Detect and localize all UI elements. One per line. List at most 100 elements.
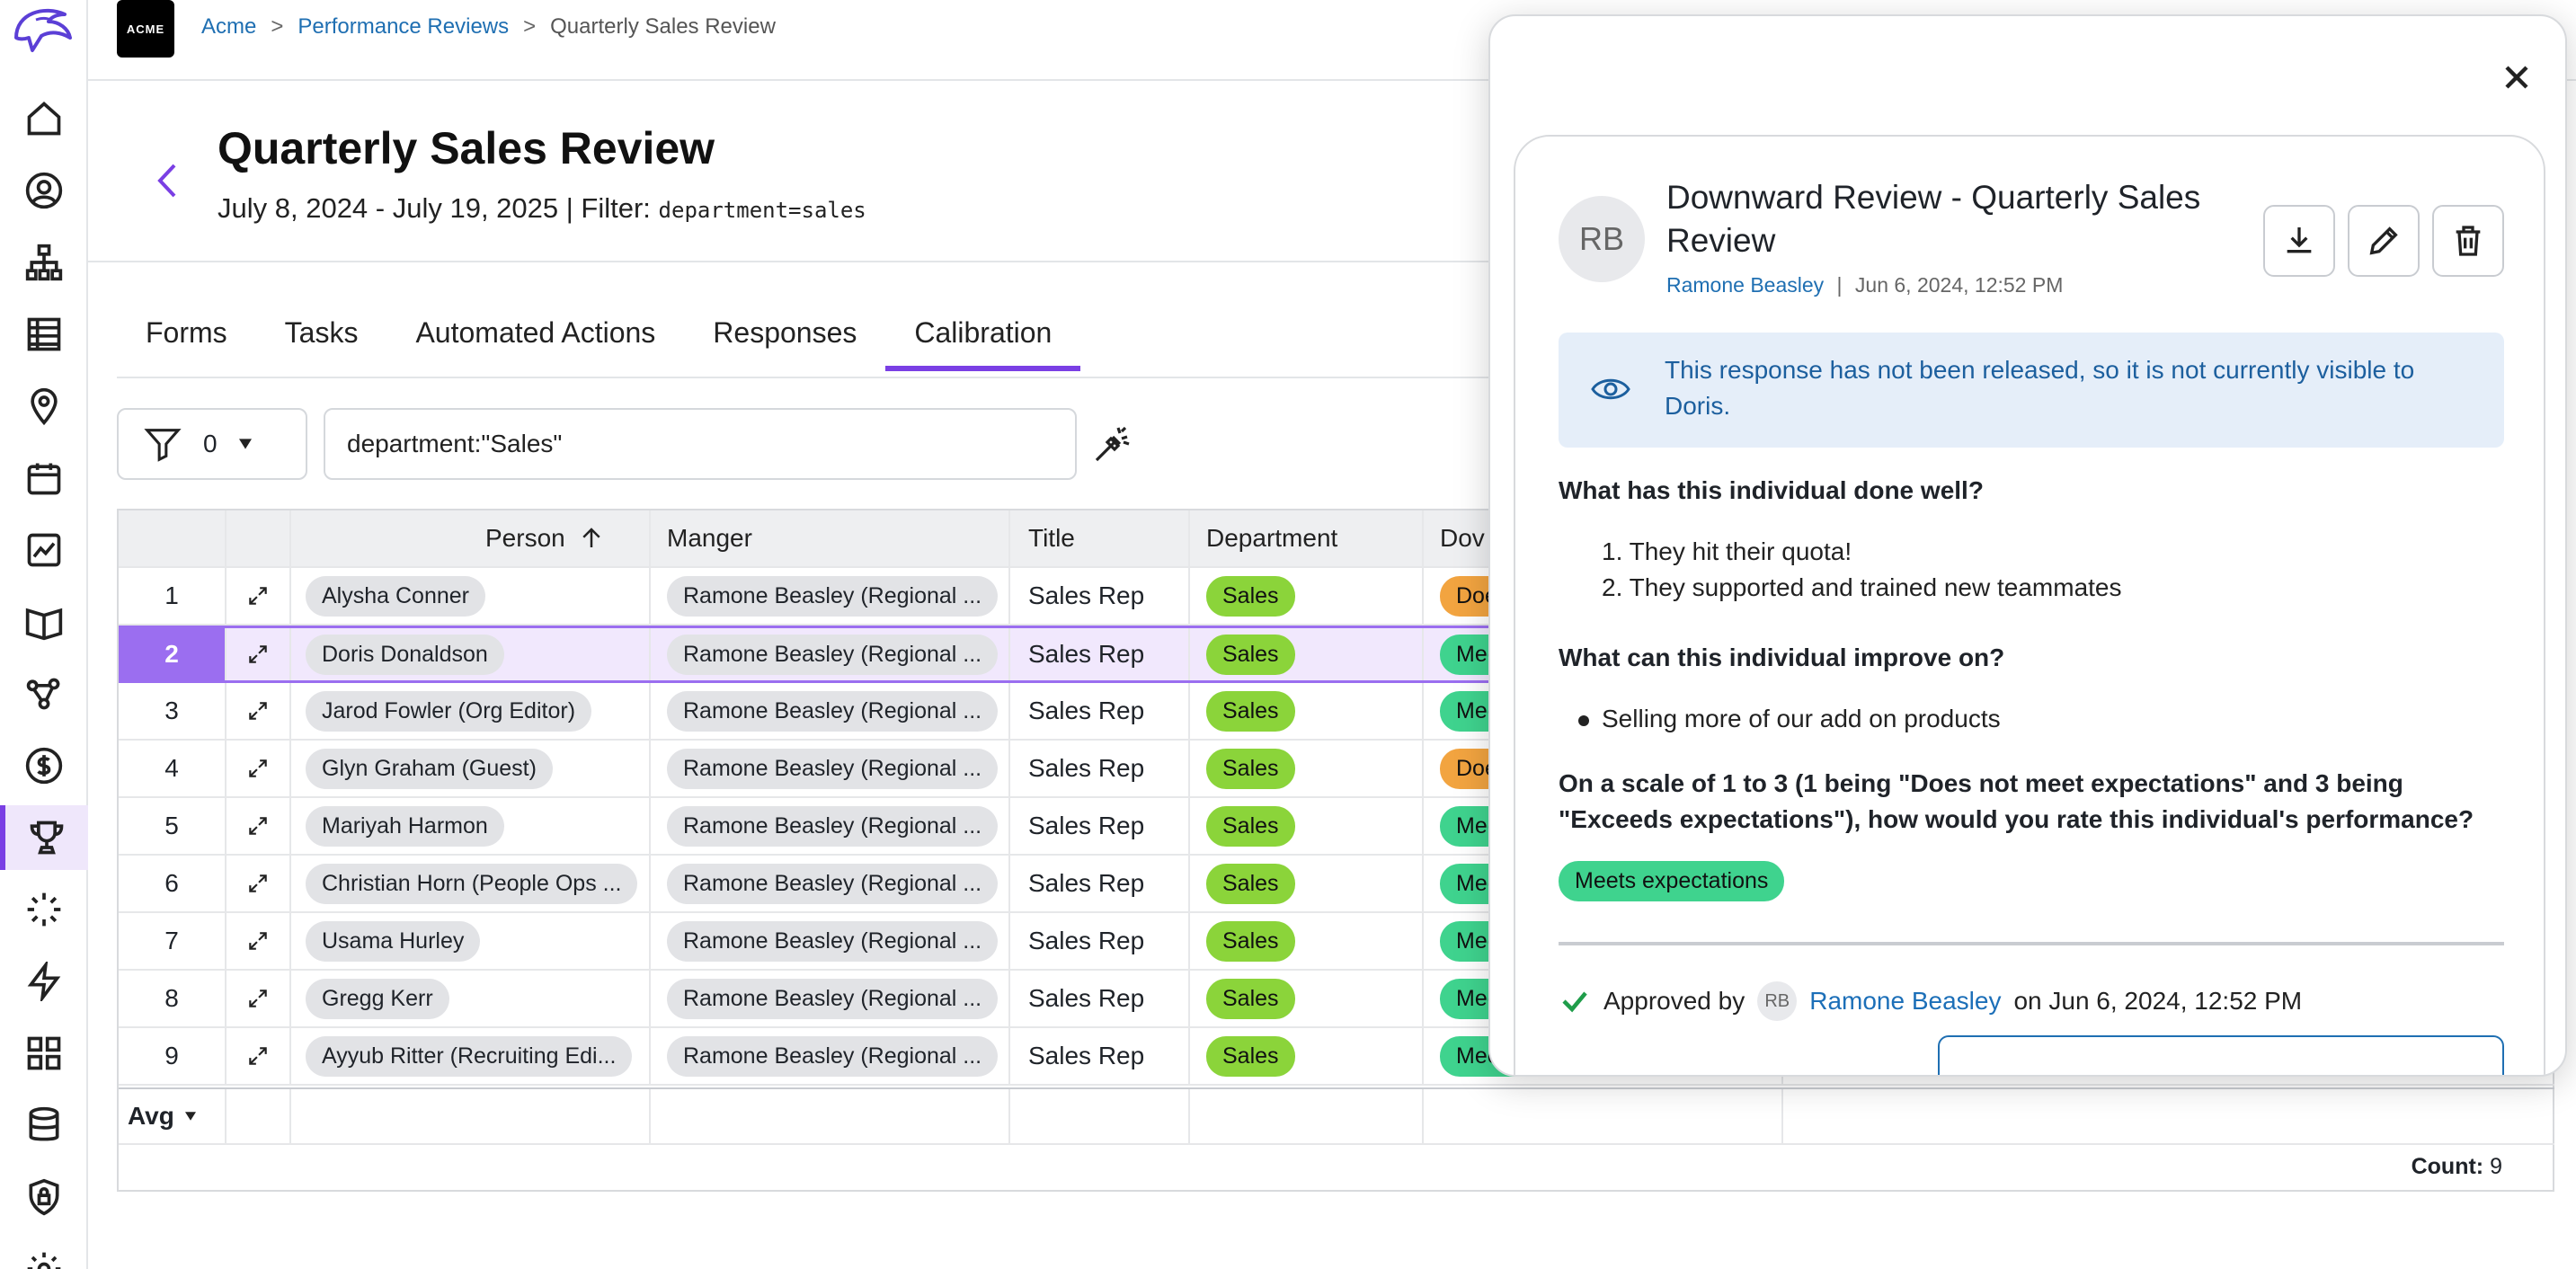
manager-cell[interactable]: Ramone Beasley (Regional ... [651, 683, 1010, 739]
expand-row-button[interactable] [227, 971, 291, 1026]
manager-chip[interactable]: Ramone Beasley (Regional ... [667, 634, 999, 675]
manager-cell[interactable]: Ramone Beasley (Regional ... [651, 1028, 1010, 1084]
person-chip[interactable]: Doris Donaldson [306, 634, 504, 675]
person-chip[interactable]: Usama Hurley [306, 920, 481, 962]
person-cell[interactable]: Alysha Conner [291, 568, 651, 624]
review-title: Downward Review - Quarterly Sales Review [1666, 179, 2201, 259]
header-title[interactable]: Title [1010, 510, 1190, 566]
table-icon[interactable] [0, 302, 88, 367]
person-chip[interactable]: Gregg Kerr [306, 978, 449, 1019]
person-cell[interactable]: Doris Donaldson [291, 628, 651, 680]
person-chip[interactable]: Mariyah Harmon [306, 805, 504, 847]
header-department[interactable]: Department [1190, 510, 1424, 566]
manager-cell[interactable]: Ramone Beasley (Regional ... [651, 971, 1010, 1026]
tab-tasks[interactable]: Tasks [256, 306, 387, 371]
magic-wand-icon[interactable] [1091, 422, 1134, 466]
manager-chip[interactable]: Ramone Beasley (Regional ... [667, 920, 999, 962]
security-shield-icon[interactable] [0, 1165, 88, 1229]
manager-chip[interactable]: Ramone Beasley (Regional ... [667, 575, 999, 617]
checkmark-icon [1562, 991, 1587, 1013]
database-icon[interactable] [0, 1093, 88, 1158]
person-cell[interactable]: Christian Horn (People Ops ... [291, 856, 651, 911]
author-link[interactable]: Ramone Beasley [1666, 273, 1824, 297]
tab-forms[interactable]: Forms [117, 306, 256, 371]
expand-row-button[interactable] [227, 628, 291, 680]
expand-row-button[interactable] [227, 741, 291, 796]
person-cell[interactable]: Usama Hurley [291, 913, 651, 969]
filter-query-input[interactable]: department:"Sales" [324, 408, 1077, 480]
download-button[interactable] [2263, 205, 2335, 277]
manager-cell[interactable]: Ramone Beasley (Regional ... [651, 741, 1010, 796]
expand-row-button[interactable] [227, 913, 291, 969]
person-chip[interactable]: Ayyub Ritter (Recruiting Edi... [306, 1035, 633, 1077]
manager-cell[interactable]: Ramone Beasley (Regional ... [651, 628, 1010, 680]
tab-automated-actions[interactable]: Automated Actions [386, 306, 684, 371]
person-chip[interactable]: Jarod Fowler (Org Editor) [306, 690, 592, 732]
filter-button[interactable]: 0 [117, 408, 307, 480]
pencil-icon [2369, 226, 2398, 255]
count-label: Count: [2411, 1154, 2484, 1179]
app-logo-icon[interactable] [9, 2, 77, 58]
rating-badge: Meets expectations [1559, 861, 1785, 901]
title-cell: Sales Rep [1010, 741, 1190, 796]
person-cell[interactable]: Ayyub Ritter (Recruiting Edi... [291, 1028, 651, 1084]
tab-calibration[interactable]: Calibration [885, 306, 1081, 371]
manager-chip[interactable]: Ramone Beasley (Regional ... [667, 978, 999, 1019]
page-subtitle: July 8, 2024 - July 19, 2025 | Filter: d… [218, 192, 866, 225]
back-chevron-icon[interactable] [149, 158, 185, 203]
filter-count: 0 [203, 430, 218, 457]
manager-chip[interactable]: Ramone Beasley (Regional ... [667, 690, 999, 732]
acme-logo[interactable]: ACME [117, 0, 174, 58]
expand-row-button[interactable] [227, 798, 291, 854]
book-icon[interactable] [0, 590, 88, 654]
person-chip[interactable]: Christian Horn (People Ops ... [306, 863, 638, 904]
person-cell[interactable]: Glyn Graham (Guest) [291, 741, 651, 796]
header-person[interactable]: Person [291, 510, 651, 566]
expand-row-button[interactable] [227, 568, 291, 624]
calendar-icon[interactable] [0, 446, 88, 510]
manager-cell[interactable]: Ramone Beasley (Regional ... [651, 856, 1010, 911]
org-chart-icon[interactable] [0, 230, 88, 295]
avg-dropdown[interactable]: Avg [119, 1089, 227, 1143]
review-card: RB Downward Review - Quarterly Sales Rev… [1514, 135, 2545, 1075]
edit-button[interactable] [2348, 205, 2420, 277]
header-manager[interactable]: Manger [651, 510, 1010, 566]
partially-visible-button[interactable] [1938, 1035, 2504, 1075]
manager-chip[interactable]: Ramone Beasley (Regional ... [667, 1035, 999, 1077]
person-cell[interactable]: Mariyah Harmon [291, 798, 651, 854]
manager-chip[interactable]: Ramone Beasley (Regional ... [667, 863, 999, 904]
workflow-icon[interactable] [0, 661, 88, 726]
person-cell[interactable]: Gregg Kerr [291, 971, 651, 1026]
approver-link[interactable]: Ramone Beasley [1809, 987, 2001, 1016]
person-cell[interactable]: Jarod Fowler (Org Editor) [291, 683, 651, 739]
person-chip[interactable]: Alysha Conner [306, 575, 485, 617]
user-icon[interactable] [0, 158, 88, 223]
manager-cell[interactable]: Ramone Beasley (Regional ... [651, 913, 1010, 969]
expand-row-button[interactable] [227, 683, 291, 739]
manager-chip[interactable]: Ramone Beasley (Regional ... [667, 805, 999, 847]
sort-ascending-icon[interactable] [578, 525, 605, 552]
delete-button[interactable] [2432, 205, 2504, 277]
app-root: ACME Acme > Performance Reviews > Quarte… [0, 0, 2576, 1269]
manager-cell[interactable]: Ramone Beasley (Regional ... [651, 568, 1010, 624]
person-chip[interactable]: Glyn Graham (Guest) [306, 748, 553, 789]
close-icon[interactable] [2497, 58, 2536, 97]
expand-row-button[interactable] [227, 856, 291, 911]
manager-chip[interactable]: Ramone Beasley (Regional ... [667, 748, 999, 789]
settings-gear-icon[interactable] [0, 1237, 88, 1269]
dollar-icon[interactable] [0, 733, 88, 798]
location-pin-icon[interactable] [0, 374, 88, 439]
manager-cell[interactable]: Ramone Beasley (Regional ... [651, 798, 1010, 854]
expand-row-button[interactable] [227, 1028, 291, 1084]
apps-grid-icon[interactable] [0, 1021, 88, 1086]
department-tag: Sales [1206, 634, 1295, 675]
analytics-icon[interactable] [0, 518, 88, 582]
lightning-icon[interactable] [0, 949, 88, 1014]
loading-spinner-icon[interactable] [0, 877, 88, 942]
breadcrumb-acme[interactable]: Acme [201, 14, 256, 40]
trophy-icon[interactable] [0, 805, 88, 870]
tab-responses[interactable]: Responses [684, 306, 885, 371]
breadcrumb-performance-reviews[interactable]: Performance Reviews [298, 14, 509, 40]
home-icon[interactable] [0, 86, 88, 151]
question-2: What can this individual improve on? [1559, 643, 2005, 671]
